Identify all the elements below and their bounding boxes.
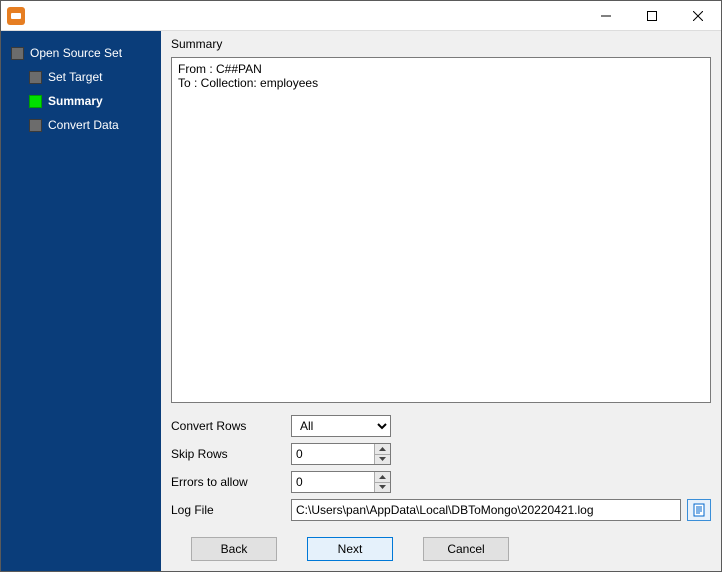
summary-text-area[interactable]: From : C##PAN To : Collection: employees xyxy=(171,57,711,403)
main-panel: Summary From : C##PAN To : Collection: e… xyxy=(161,31,721,571)
cancel-button[interactable]: Cancel xyxy=(423,537,509,561)
close-button[interactable] xyxy=(675,1,721,31)
log-file-label: Log File xyxy=(171,503,291,517)
step-open-source-set[interactable]: Open Source Set xyxy=(11,41,161,65)
step-box-icon xyxy=(11,47,24,60)
step-summary[interactable]: Summary xyxy=(29,89,161,113)
convert-rows-label: Convert Rows xyxy=(171,419,291,433)
errors-up[interactable] xyxy=(374,472,390,483)
step-set-target[interactable]: Set Target xyxy=(29,65,161,89)
log-file-input[interactable] xyxy=(291,499,681,521)
app-icon xyxy=(7,7,25,25)
window-controls xyxy=(583,1,721,31)
maximize-button[interactable] xyxy=(629,1,675,31)
titlebar xyxy=(1,1,721,31)
wizard-window: Open Source Set Set Target Summary Conve… xyxy=(0,0,722,572)
next-button[interactable]: Next xyxy=(307,537,393,561)
wizard-steps-sidebar: Open Source Set Set Target Summary Conve… xyxy=(1,31,161,571)
browse-log-file-button[interactable] xyxy=(687,499,711,521)
convert-rows-select[interactable]: All xyxy=(291,415,391,437)
step-convert-data[interactable]: Convert Data xyxy=(29,113,161,137)
options-form: Convert Rows All Skip Rows xyxy=(171,415,711,521)
skip-rows-label: Skip Rows xyxy=(171,447,291,461)
step-box-icon xyxy=(29,119,42,132)
step-label: Open Source Set xyxy=(30,46,122,60)
skip-rows-up[interactable] xyxy=(374,444,390,455)
wizard-buttons: Back Next Cancel xyxy=(191,537,711,561)
errors-down[interactable] xyxy=(374,483,390,493)
back-button[interactable]: Back xyxy=(191,537,277,561)
skip-rows-down[interactable] xyxy=(374,455,390,465)
summary-heading: Summary xyxy=(171,37,711,51)
step-label: Summary xyxy=(48,94,103,108)
step-label: Convert Data xyxy=(48,118,119,132)
step-box-icon xyxy=(29,95,42,108)
document-icon xyxy=(692,503,706,517)
step-box-icon xyxy=(29,71,42,84)
minimize-button[interactable] xyxy=(583,1,629,31)
errors-label: Errors to allow xyxy=(171,475,291,489)
step-label: Set Target xyxy=(48,70,102,84)
